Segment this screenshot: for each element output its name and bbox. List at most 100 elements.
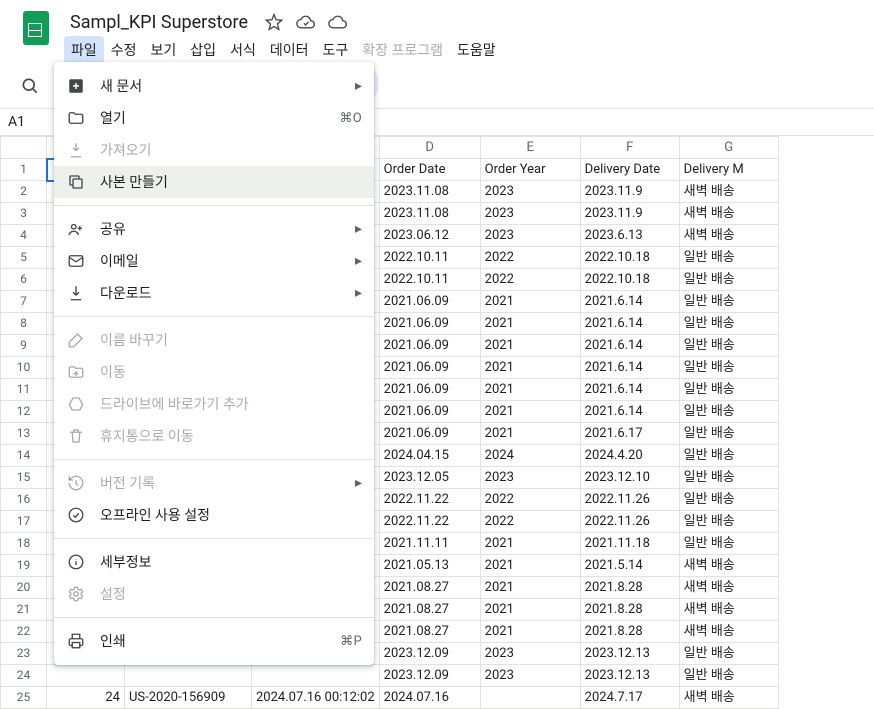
menu-item-share[interactable]: 공유▸ xyxy=(54,213,374,245)
cell[interactable]: 일반 배송 xyxy=(679,511,778,533)
cell[interactable]: 2023.12.13 xyxy=(580,643,679,665)
app-logo[interactable] xyxy=(16,8,56,48)
cell[interactable]: 2023 xyxy=(480,225,580,247)
cell[interactable]: 2023.12.09 xyxy=(379,665,480,687)
col-header-F[interactable]: F xyxy=(580,137,679,159)
menu-6[interactable]: 도구 xyxy=(315,36,355,64)
menu-7[interactable]: 확장 프로그램 xyxy=(355,36,450,64)
row-header[interactable]: 9 xyxy=(1,335,47,357)
cell[interactable]: 2023.11.9 xyxy=(580,181,679,203)
cell[interactable]: 2022.10.18 xyxy=(580,247,679,269)
cell[interactable]: 2022 xyxy=(480,247,580,269)
cell[interactable]: 2021.06.09 xyxy=(379,423,480,445)
cell[interactable]: 일반 배송 xyxy=(679,423,778,445)
col-header-G[interactable]: G xyxy=(679,137,778,159)
cell[interactable]: 2024.07.16 00:12:02 xyxy=(252,687,380,709)
cell[interactable]: 2021.06.09 xyxy=(379,291,480,313)
menu-item-info[interactable]: 세부정보 xyxy=(54,546,374,578)
col-header-D[interactable]: D xyxy=(379,137,480,159)
cell[interactable]: 일반 배송 xyxy=(679,489,778,511)
cell[interactable]: 2021.08.27 xyxy=(379,599,480,621)
cell[interactable]: 일반 배송 xyxy=(679,291,778,313)
cell[interactable]: 2022.11.26 xyxy=(580,511,679,533)
cell[interactable]: 2021.06.09 xyxy=(379,313,480,335)
menu-item-offline[interactable]: 오프라인 사용 설정 xyxy=(54,499,374,531)
cell[interactable]: 2021 xyxy=(480,599,580,621)
cell[interactable]: 2021.6.14 xyxy=(580,357,679,379)
menu-1[interactable]: 수정 xyxy=(104,36,144,64)
cell[interactable] xyxy=(125,665,252,687)
cell[interactable]: 일반 배송 xyxy=(679,357,778,379)
cell[interactable]: 2021 xyxy=(480,357,580,379)
cell[interactable]: 2021.6.14 xyxy=(580,401,679,423)
cell[interactable]: 2021 xyxy=(480,291,580,313)
cell[interactable]: 2021.05.13 xyxy=(379,555,480,577)
cell[interactable]: 2023 xyxy=(480,467,580,489)
cell[interactable]: 2022.10.18 xyxy=(580,269,679,291)
cell[interactable]: 2022.10.11 xyxy=(379,247,480,269)
cell[interactable]: 일반 배송 xyxy=(679,313,778,335)
row-header[interactable]: 24 xyxy=(1,665,47,687)
cell[interactable]: 일반 배송 xyxy=(679,533,778,555)
cell[interactable]: US-2020-156909 xyxy=(125,687,252,709)
cell[interactable]: 2021.8.28 xyxy=(580,621,679,643)
cell[interactable]: 2022.11.22 xyxy=(379,511,480,533)
row-header[interactable]: 7 xyxy=(1,291,47,313)
cell[interactable]: 2023 xyxy=(480,643,580,665)
cell[interactable]: 2024.7.17 xyxy=(580,687,679,709)
cell[interactable]: 2021.8.28 xyxy=(580,599,679,621)
row-header[interactable]: 2 xyxy=(1,181,47,203)
row-header[interactable]: 4 xyxy=(1,225,47,247)
cell[interactable]: 2021.06.09 xyxy=(379,335,480,357)
cell[interactable] xyxy=(47,665,125,687)
row-header[interactable]: 16 xyxy=(1,489,47,511)
menu-3[interactable]: 삽입 xyxy=(183,36,223,64)
cell[interactable]: 일반 배송 xyxy=(679,467,778,489)
cell[interactable]: 2023.11.08 xyxy=(379,203,480,225)
cell[interactable]: 2022 xyxy=(480,511,580,533)
cell[interactable]: 2021.6.17 xyxy=(580,423,679,445)
menu-item-print[interactable]: 인쇄⌘P xyxy=(54,625,374,657)
cell[interactable]: 2021 xyxy=(480,313,580,335)
cell[interactable]: 2024.07.16 xyxy=(379,687,480,709)
cell[interactable]: 2022.11.22 xyxy=(379,489,480,511)
cell[interactable]: 2023.06.12 xyxy=(379,225,480,247)
row-header[interactable]: 8 xyxy=(1,313,47,335)
cell[interactable]: 2022 xyxy=(480,489,580,511)
cloud-check-icon[interactable] xyxy=(296,12,316,32)
row-header[interactable]: 22 xyxy=(1,621,47,643)
cell[interactable]: 일반 배송 xyxy=(679,247,778,269)
cell[interactable]: 2021.6.14 xyxy=(580,335,679,357)
cell[interactable]: 2021 xyxy=(480,379,580,401)
menu-item-copy[interactable]: 사본 만들기 xyxy=(54,166,374,198)
menu-item-plus-box[interactable]: 새 문서▸ xyxy=(54,70,374,102)
cell[interactable]: 새벽 배송 xyxy=(679,203,778,225)
row-header[interactable]: 1 xyxy=(1,159,47,181)
cell[interactable]: 새벽 배송 xyxy=(679,555,778,577)
menu-item-email[interactable]: 이메일▸ xyxy=(54,245,374,277)
row-header[interactable]: 23 xyxy=(1,643,47,665)
row-header[interactable]: 21 xyxy=(1,599,47,621)
cell[interactable]: 2021 xyxy=(480,533,580,555)
cell[interactable]: 일반 배송 xyxy=(679,269,778,291)
row-header[interactable]: 13 xyxy=(1,423,47,445)
cell[interactable]: 2024 xyxy=(480,445,580,467)
cell[interactable]: 2021.08.27 xyxy=(379,577,480,599)
cell[interactable]: 2021 xyxy=(480,555,580,577)
cell[interactable]: 2023 xyxy=(480,203,580,225)
cell[interactable]: 2023.12.10 xyxy=(580,467,679,489)
cell[interactable] xyxy=(252,665,380,687)
cell[interactable]: 2023 xyxy=(480,181,580,203)
cell[interactable]: 2021.06.09 xyxy=(379,379,480,401)
cell[interactable]: 2021.11.18 xyxy=(580,533,679,555)
cell[interactable]: 2024.4.20 xyxy=(580,445,679,467)
row-header[interactable]: 12 xyxy=(1,401,47,423)
cell[interactable]: 2021.08.27 xyxy=(379,621,480,643)
row-header[interactable]: 15 xyxy=(1,467,47,489)
cloud-icon[interactable] xyxy=(328,12,348,32)
row-header[interactable]: 17 xyxy=(1,511,47,533)
col-header-E[interactable]: E xyxy=(480,137,580,159)
menu-item-folder[interactable]: 열기⌘O xyxy=(54,102,374,134)
cell[interactable]: 2023.11.08 xyxy=(379,181,480,203)
cell[interactable]: 일반 배송 xyxy=(679,445,778,467)
